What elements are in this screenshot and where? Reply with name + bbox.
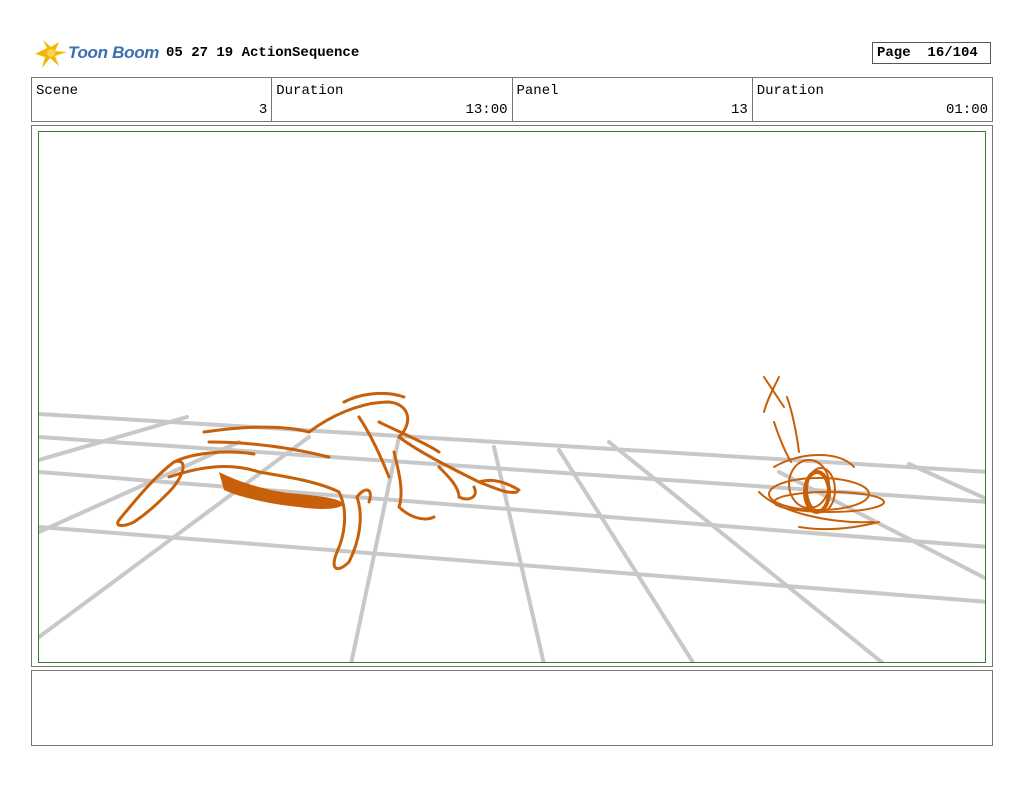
logo-burst-icon (35, 40, 67, 68)
panel-duration-cell: Duration 01:00 (753, 78, 992, 121)
scene-cell: Scene 3 (32, 78, 273, 121)
page-number: 16/104 (927, 45, 978, 61)
scene-duration-cell: Duration 13:00 (272, 78, 513, 121)
panel-value: 13 (730, 102, 748, 118)
scene-duration-value: 13:00 (465, 102, 508, 118)
floor-grid (39, 412, 985, 662)
logo-text: Toon Boom (68, 43, 160, 62)
panel-frame (31, 125, 993, 667)
panel-duration-value: 01:00 (945, 102, 988, 118)
page-label: Page (877, 45, 911, 61)
toon-boom-logo: Toon Boom (33, 38, 163, 70)
panel-drawing-area (38, 131, 986, 663)
scene-label: Scene (36, 83, 79, 99)
panel-notes-box (31, 670, 993, 746)
panel-label: Panel (516, 83, 559, 99)
scene-value: 3 (258, 102, 268, 118)
scene-duration-label: Duration (276, 83, 344, 99)
document-title: 05 27 19 ActionSequence (166, 45, 360, 61)
panel-cell: Panel 13 (513, 78, 753, 121)
panel-sketch (39, 376, 985, 662)
impact-sketch (758, 376, 885, 531)
panel-duration-label: Duration (756, 83, 824, 99)
page-indicator: Page 16/104 (872, 42, 991, 64)
storyboard-info-row: Scene 3 Duration 13:00 Panel 13 Duration… (31, 77, 993, 122)
